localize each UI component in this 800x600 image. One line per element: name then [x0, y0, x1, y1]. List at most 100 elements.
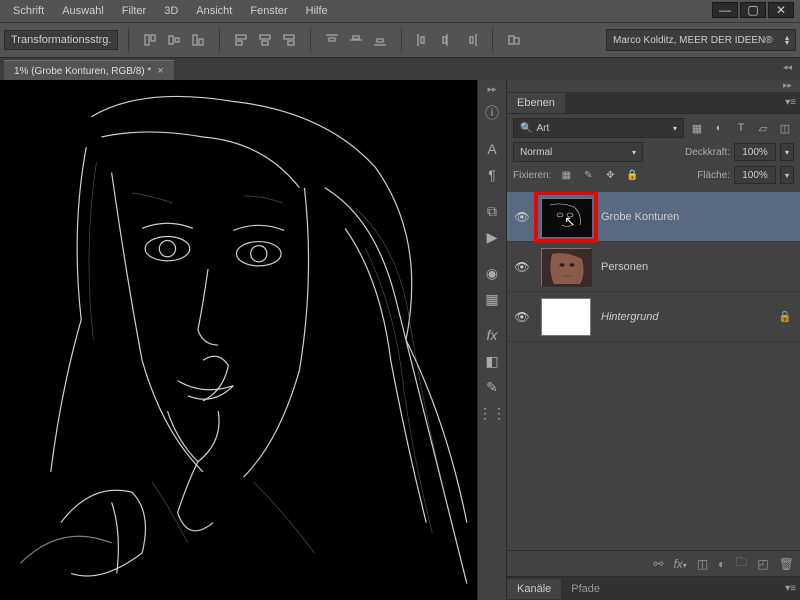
- filter-smart-icon[interactable]: ◫: [776, 119, 794, 137]
- chevron-down-icon: ▾: [632, 148, 636, 157]
- lock-brush-icon[interactable]: ✎: [581, 168, 595, 182]
- auto-align-icon[interactable]: [503, 29, 525, 51]
- collapse-panels-icon[interactable]: ▸▸: [507, 80, 800, 92]
- snapshot-panel-icon[interactable]: ⧉: [480, 199, 504, 223]
- menu-ansicht[interactable]: Ansicht: [187, 2, 241, 20]
- paragraph-panel-icon[interactable]: ¶: [480, 163, 504, 187]
- options-bar: Transformationsstrg. Marco Kolditz, MEER…: [0, 22, 800, 58]
- lock-pixels-icon[interactable]: ▦: [559, 168, 573, 182]
- distribute-vcenter-icon[interactable]: [345, 29, 367, 51]
- menu-schrift[interactable]: Schrift: [4, 2, 53, 20]
- dropdown-arrows-icon: ▴▾: [785, 35, 789, 45]
- fx-icon[interactable]: fx▾: [673, 557, 686, 571]
- filter-adjust-icon[interactable]: ◐: [710, 119, 728, 137]
- visibility-icon[interactable]: 👁: [513, 210, 531, 224]
- swatches-panel-icon[interactable]: ▦: [480, 287, 504, 311]
- panel-flyout-icon[interactable]: ▾≡: [785, 97, 796, 108]
- opacity-dropdown-icon[interactable]: ▾: [780, 143, 794, 161]
- fill-input[interactable]: 100%: [734, 166, 776, 184]
- distribute-right-icon[interactable]: [460, 29, 482, 51]
- menu-auswahl[interactable]: Auswahl: [53, 2, 113, 20]
- layer-name[interactable]: Personen: [601, 261, 794, 273]
- distribute-left-icon[interactable]: [412, 29, 434, 51]
- group-icon[interactable]: 🗀: [735, 553, 747, 574]
- info-panel-icon[interactable]: ⓘ: [480, 101, 504, 125]
- align-vcenter-icon[interactable]: [163, 29, 185, 51]
- tab-ebenen[interactable]: Ebenen: [507, 93, 565, 113]
- menu-fenster[interactable]: Fenster: [241, 2, 296, 20]
- layer-row[interactable]: 👁 ↖ Grobe Konturen: [507, 192, 800, 242]
- layer-name[interactable]: Hintergrund: [601, 311, 768, 323]
- layer-thumbnail[interactable]: [541, 248, 591, 286]
- document-tab-bar: 1% (Grobe Konturen, RGB/8) * × ◂◂: [0, 58, 800, 80]
- menu-filter[interactable]: Filter: [113, 2, 155, 20]
- chevron-down-icon: ▾: [673, 124, 677, 133]
- collapse-arrow-icon[interactable]: ◂◂: [783, 62, 792, 73]
- window-controls: — ▢ ✕: [712, 2, 794, 18]
- layer-row[interactable]: 👁 Hintergrund 🔒: [507, 292, 800, 342]
- layer-list: 👁 ↖ Grobe Konturen 👁 Personen 👁 Hintergr…: [507, 192, 800, 550]
- visibility-icon[interactable]: 👁: [513, 310, 531, 324]
- align-hcenter-icon[interactable]: [254, 29, 276, 51]
- tab-kanaele[interactable]: Kanäle: [507, 579, 561, 599]
- lock-icon: 🔒: [778, 310, 794, 323]
- document-tab-title: 1% (Grobe Konturen, RGB/8) *: [14, 66, 151, 77]
- blend-mode-select[interactable]: Normal ▾: [513, 142, 643, 162]
- trash-icon[interactable]: 🗑: [779, 557, 794, 571]
- lock-label: Fixieren:: [513, 170, 551, 181]
- blend-mode-label: Normal: [520, 147, 552, 158]
- adjustments-panel-icon[interactable]: ◧: [480, 349, 504, 373]
- align-right-icon[interactable]: [278, 29, 300, 51]
- menu-hilfe[interactable]: Hilfe: [297, 2, 337, 20]
- mask-icon[interactable]: ◫: [697, 557, 708, 571]
- tab-close-icon[interactable]: ×: [157, 65, 163, 77]
- fill-label: Fläche:: [697, 170, 730, 181]
- new-layer-icon[interactable]: ◰: [757, 557, 768, 571]
- align-left-icon[interactable]: [230, 29, 252, 51]
- align-bottom-icon[interactable]: [187, 29, 209, 51]
- canvas-image: [0, 80, 477, 600]
- link-layers-icon[interactable]: ⚯: [653, 557, 663, 571]
- maximize-button[interactable]: ▢: [740, 2, 766, 18]
- minimize-button[interactable]: —: [712, 2, 738, 18]
- brush-presets-panel-icon[interactable]: ⋮⋮: [480, 401, 504, 425]
- channels-paths-tabs: Kanäle Pfade ▾≡: [507, 576, 800, 600]
- canvas[interactable]: [0, 80, 477, 600]
- lock-move-icon[interactable]: ✥: [603, 168, 617, 182]
- layer-filter-kind[interactable]: 🔍 Art ▾: [513, 118, 684, 138]
- filter-type-icon[interactable]: T: [732, 119, 750, 137]
- layer-thumbnail[interactable]: [541, 298, 591, 336]
- layer-filter-icons: ▦ ◐ T ▱ ◫: [688, 119, 794, 137]
- opacity-input[interactable]: 100%: [734, 143, 776, 161]
- search-icon: 🔍: [520, 123, 532, 134]
- expand-strip-icon[interactable]: ▸▸: [487, 84, 496, 95]
- layers-panel-tabs: Ebenen ▾≡: [507, 92, 800, 114]
- filter-shape-icon[interactable]: ▱: [754, 119, 772, 137]
- layer-row[interactable]: 👁 Personen: [507, 242, 800, 292]
- fill-dropdown-icon[interactable]: ▾: [780, 166, 794, 184]
- close-button[interactable]: ✕: [768, 2, 794, 18]
- adjustment-layer-icon[interactable]: ◐: [718, 557, 725, 571]
- align-top-icon[interactable]: [139, 29, 161, 51]
- filter-kind-label: Art: [536, 123, 549, 134]
- play-panel-icon[interactable]: ▶: [480, 225, 504, 249]
- character-panel-icon[interactable]: A: [480, 137, 504, 161]
- workspace-selector[interactable]: Marco Kolditz, MEER DER IDEEN® ▴▾: [606, 29, 796, 51]
- distribute-hcenter-icon[interactable]: [436, 29, 458, 51]
- document-tab[interactable]: 1% (Grobe Konturen, RGB/8) * ×: [4, 60, 174, 80]
- lock-all-icon[interactable]: 🔒: [625, 168, 639, 182]
- collapsed-panel-strip: ▸▸ ⓘ A ¶ ⧉ ▶ ◉ ▦ fx ◧ ✎ ⋮⋮: [477, 80, 507, 600]
- panel-flyout-icon[interactable]: ▾≡: [785, 583, 796, 594]
- menu-3d[interactable]: 3D: [155, 2, 187, 20]
- distribute-top-icon[interactable]: [321, 29, 343, 51]
- tab-pfade[interactable]: Pfade: [561, 579, 610, 599]
- distribute-bottom-icon[interactable]: [369, 29, 391, 51]
- transform-controls-label[interactable]: Transformationsstrg.: [4, 30, 118, 50]
- styles-panel-icon[interactable]: fx: [480, 323, 504, 347]
- color-panel-icon[interactable]: ◉: [480, 261, 504, 285]
- layer-name[interactable]: Grobe Konturen: [601, 211, 794, 223]
- brush-panel-icon[interactable]: ✎: [480, 375, 504, 399]
- layer-thumbnail[interactable]: ↖: [541, 198, 591, 236]
- filter-pixel-icon[interactable]: ▦: [688, 119, 706, 137]
- visibility-icon[interactable]: 👁: [513, 260, 531, 274]
